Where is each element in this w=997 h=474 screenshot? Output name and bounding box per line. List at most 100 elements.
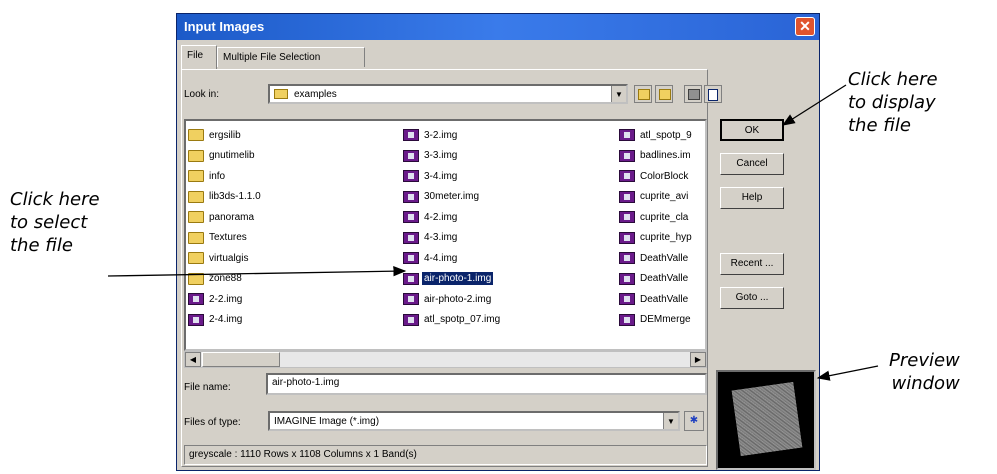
file-column-3: atl_spotp_9 badlines.im ColorBlock cupri…	[619, 125, 694, 330]
status-bar: greyscale : 1110 Rows x 1108 Columns x 1…	[184, 445, 707, 465]
goto-button[interactable]: Goto ...	[720, 287, 784, 309]
arrow-preview	[816, 365, 879, 381]
input-images-dialog: Input Images ✕ File Multiple File Select…	[176, 13, 820, 471]
folder-icon	[188, 211, 204, 224]
list-item[interactable]: ergsilib	[188, 125, 263, 146]
annotation-select-file: Click here to select the file	[10, 189, 100, 256]
image-file-icon	[403, 313, 419, 326]
image-file-icon	[619, 211, 635, 224]
list-item[interactable]: virtualgis	[188, 248, 263, 269]
list-item[interactable]: lib3ds-1.1.0	[188, 187, 263, 208]
annotation-preview-window: Preview window	[889, 350, 960, 394]
list-item[interactable]: cuprite_cla	[619, 207, 694, 228]
title-bar: Input Images ✕	[177, 14, 819, 40]
image-file-icon	[403, 190, 419, 203]
image-file-icon	[403, 293, 419, 306]
folder-icon	[188, 170, 204, 183]
help-button[interactable]: Help	[720, 187, 784, 209]
list-item[interactable]: ColorBlock	[619, 166, 694, 187]
network-icon[interactable]	[684, 85, 702, 103]
image-file-icon	[619, 170, 635, 183]
annotation-display-file: Click here to display the file	[848, 69, 938, 136]
list-item[interactable]: DeathValle	[619, 289, 694, 310]
image-file-icon	[619, 190, 635, 203]
tab-file[interactable]: File	[181, 45, 217, 69]
file-column-1: ergsilib gnutimelib info lib3ds-1.1.0 pa…	[188, 125, 263, 330]
list-item[interactable]: 4-3.img	[403, 228, 502, 249]
look-in-value: examples	[294, 89, 337, 100]
list-item[interactable]: panorama	[188, 207, 263, 228]
list-item[interactable]: 3-4.img	[403, 166, 502, 187]
list-item[interactable]: badlines.im	[619, 146, 694, 167]
image-file-icon	[619, 129, 635, 142]
scroll-thumb[interactable]	[202, 352, 280, 367]
image-file-icon	[619, 231, 635, 244]
image-file-icon	[403, 231, 419, 244]
list-item[interactable]: atl_spotp_07.img	[403, 310, 502, 331]
up-folder-icon[interactable]	[634, 85, 652, 103]
list-item[interactable]: 3-3.img	[403, 146, 502, 167]
tab-multiple-file-selection[interactable]: Multiple File Selection	[217, 47, 365, 67]
list-item-selected[interactable]: air-photo-1.img	[403, 269, 502, 290]
list-item[interactable]: air-photo-2.img	[403, 289, 502, 310]
chevron-down-icon[interactable]: ▼	[663, 413, 678, 429]
list-item[interactable]: zone88	[188, 269, 263, 290]
image-file-icon	[403, 272, 419, 285]
list-item[interactable]: 3-2.img	[403, 125, 502, 146]
file-name-label: File name:	[184, 382, 231, 393]
folder-icon	[188, 252, 204, 265]
image-file-icon	[619, 149, 635, 162]
folder-icon	[188, 190, 204, 203]
ok-button[interactable]: OK	[720, 119, 784, 141]
horizontal-scrollbar[interactable]: ◀ ▶	[184, 351, 707, 368]
list-item[interactable]: DeathValle	[619, 269, 694, 290]
look-in-label: Look in:	[184, 89, 220, 100]
files-of-type-value: IMAGINE Image (*.img)	[274, 416, 380, 427]
files-of-type-label: Files of type:	[184, 417, 241, 428]
image-file-icon	[188, 293, 204, 306]
list-item[interactable]: DeathValle	[619, 248, 694, 269]
list-item[interactable]: atl_spotp_9	[619, 125, 694, 146]
file-type-options-icon[interactable]: ✱	[684, 411, 704, 431]
list-item[interactable]: 30meter.img	[403, 187, 502, 208]
list-item[interactable]: 4-4.img	[403, 248, 502, 269]
image-file-icon	[403, 129, 419, 142]
list-item[interactable]: 2-4.img	[188, 310, 263, 331]
list-item[interactable]: cuprite_hyp	[619, 228, 694, 249]
scroll-left-icon[interactable]: ◀	[185, 352, 201, 367]
recent-button[interactable]: Recent ...	[720, 253, 784, 275]
folder-icon	[274, 89, 288, 99]
list-item[interactable]: 2-2.img	[188, 289, 263, 310]
image-file-icon	[403, 149, 419, 162]
file-name-field[interactable]: air-photo-1.img	[266, 373, 707, 395]
folder-icon	[188, 129, 204, 142]
file-list[interactable]: ergsilib gnutimelib info lib3ds-1.1.0 pa…	[184, 119, 707, 351]
file-info-icon[interactable]	[704, 85, 722, 103]
preview-image	[731, 382, 803, 456]
look-in-dropdown[interactable]: examples ▼	[268, 84, 628, 104]
list-item[interactable]: info	[188, 166, 263, 187]
image-file-icon	[619, 313, 635, 326]
image-file-icon	[403, 252, 419, 265]
preview-window	[716, 370, 816, 470]
new-folder-icon[interactable]	[655, 85, 673, 103]
image-file-icon	[188, 313, 204, 326]
list-item[interactable]: cuprite_avi	[619, 187, 694, 208]
close-icon[interactable]: ✕	[795, 17, 815, 36]
list-item[interactable]: Textures	[188, 228, 263, 249]
list-item[interactable]: DEMmerge	[619, 310, 694, 331]
list-item[interactable]: 4-2.img	[403, 207, 502, 228]
scroll-right-icon[interactable]: ▶	[690, 352, 706, 367]
folder-icon	[188, 231, 204, 244]
files-of-type-dropdown[interactable]: IMAGINE Image (*.img) ▼	[268, 411, 680, 431]
file-column-2: 3-2.img 3-3.img 3-4.img 30meter.img 4-2.…	[403, 125, 502, 330]
folder-icon	[188, 272, 204, 285]
image-file-icon	[403, 170, 419, 183]
chevron-down-icon[interactable]: ▼	[611, 86, 626, 102]
folder-icon	[188, 149, 204, 162]
cancel-button[interactable]: Cancel	[720, 153, 784, 175]
image-file-icon	[619, 272, 635, 285]
image-file-icon	[619, 252, 635, 265]
list-item[interactable]: gnutimelib	[188, 146, 263, 167]
dialog-title: Input Images	[184, 19, 265, 34]
